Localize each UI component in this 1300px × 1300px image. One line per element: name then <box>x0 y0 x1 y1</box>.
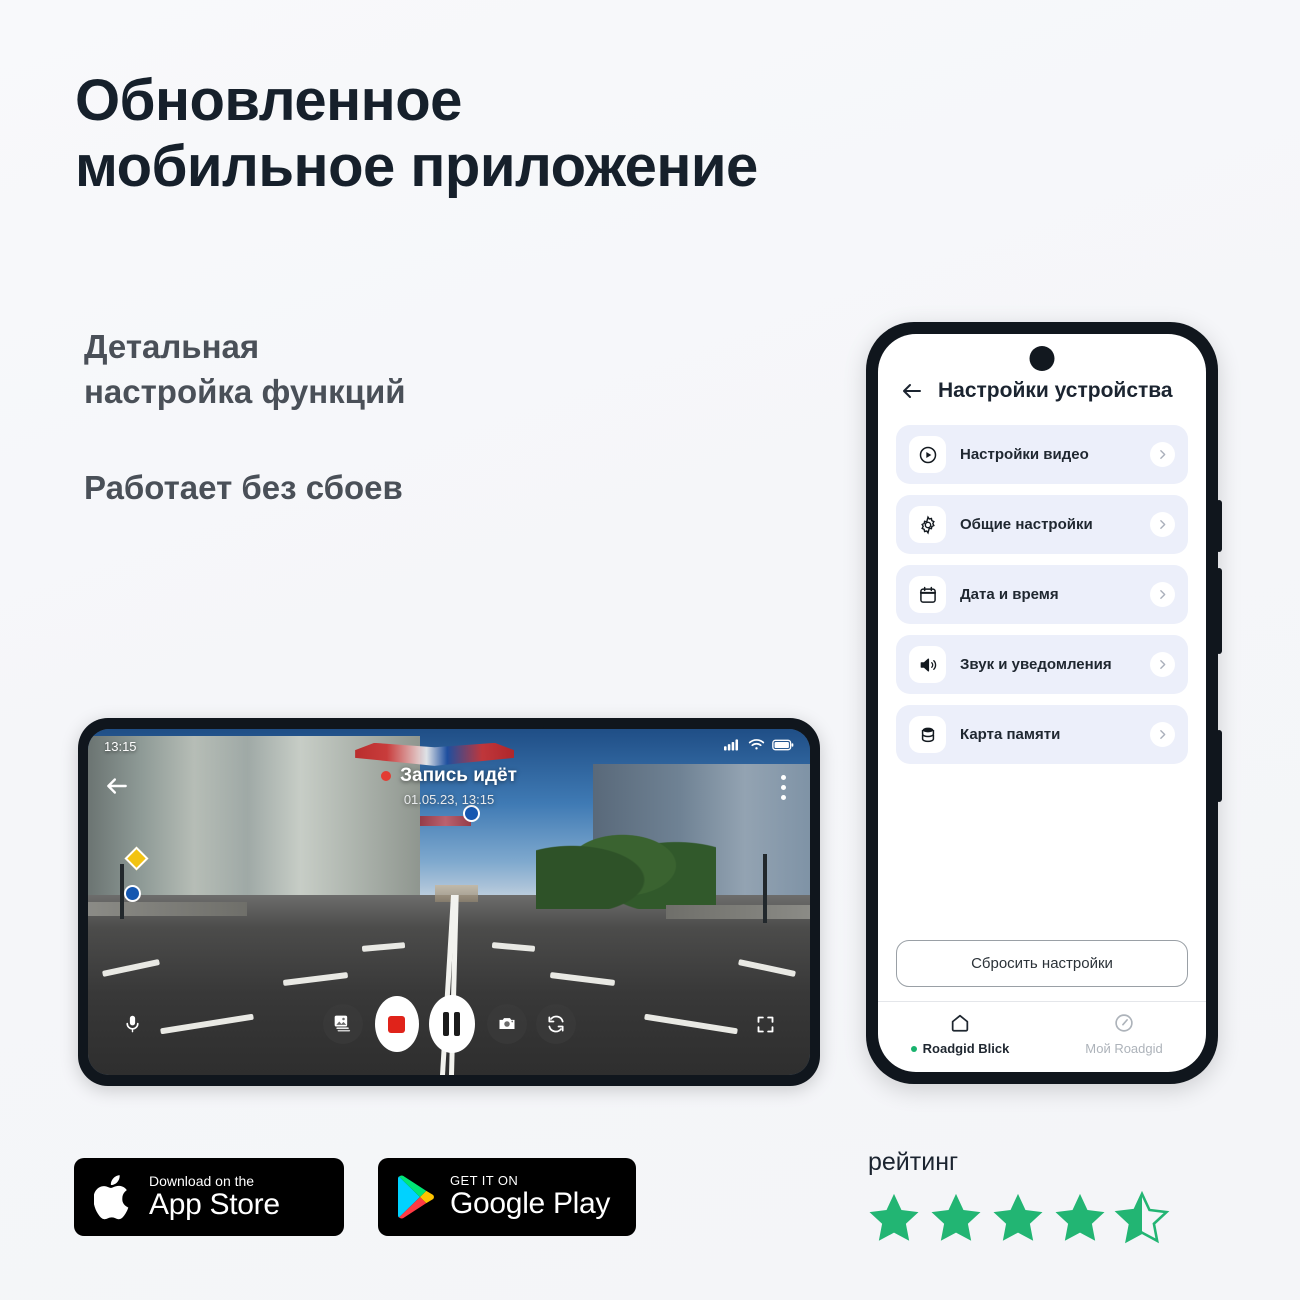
switch-camera-button[interactable] <box>535 1004 576 1044</box>
google-play-badge[interactable]: GET IT ON Google Play <box>378 1158 636 1236</box>
fullscreen-icon <box>757 1016 774 1032</box>
scene-trees <box>535 812 717 909</box>
camera-icon <box>499 1018 514 1029</box>
star-icon <box>1114 1190 1170 1244</box>
battery-icon <box>772 739 794 750</box>
gallery-button[interactable] <box>322 1004 363 1044</box>
settings-row-label: Настройки видео <box>960 446 1089 463</box>
record-indicator-icon <box>381 771 392 781</box>
settings-row-video[interactable]: Настройки видео <box>896 425 1188 484</box>
recording-label: Запись идёт <box>400 765 517 786</box>
microphone-icon <box>126 1015 139 1032</box>
pause-icon <box>443 1012 460 1036</box>
home-icon <box>951 1014 969 1032</box>
dashcam-status-icons <box>724 738 794 751</box>
scene-road-sign-3 <box>124 884 142 902</box>
tab-my-roadgid[interactable]: Мой Roadgid <box>1042 1012 1206 1056</box>
dashcam-device: 13:15 Запись идёт 01.05.23, 13:15 <box>78 718 820 1086</box>
chevron-right-icon <box>1150 722 1175 747</box>
side-button-power[interactable] <box>1216 730 1222 802</box>
settings-screen: Настройки устройства Настройки видео Общ… <box>878 334 1206 1072</box>
star-icon <box>931 1193 981 1241</box>
settings-title: Настройки устройства <box>938 379 1173 402</box>
reset-section: Сбросить настройки <box>878 940 1206 1001</box>
google-play-tagline: GET IT ON <box>450 1173 519 1189</box>
back-arrow-icon[interactable] <box>900 379 924 403</box>
side-button-volume-down[interactable] <box>1216 568 1222 654</box>
reset-settings-button[interactable]: Сбросить настройки <box>896 940 1188 987</box>
tab-roadgid-blick[interactable]: Roadgid Blick <box>878 1012 1042 1056</box>
settings-device: Настройки устройства Настройки видео Общ… <box>866 322 1222 1084</box>
star-icon <box>993 1193 1043 1241</box>
bottom-tab-bar: Roadgid Blick Мой Roadgid <box>878 1001 1206 1072</box>
recording-status: Запись идёт 01.05.23, 13:15 <box>88 765 810 807</box>
feature-text-2: Работает без сбоев <box>84 469 403 506</box>
pause-button[interactable] <box>428 995 475 1053</box>
dashcam-screen: 13:15 Запись идёт 01.05.23, 13:15 <box>88 729 810 1075</box>
chevron-right-icon <box>1150 582 1175 607</box>
settings-row-label: Звук и уведомления <box>960 656 1112 673</box>
rating-stars <box>866 1190 1170 1244</box>
front-camera-punchhole <box>1029 346 1055 371</box>
gear-icon <box>909 506 946 543</box>
scene-buildings-left <box>88 735 421 896</box>
settings-row-label: Карта памяти <box>960 726 1061 743</box>
settings-list: Настройки видео Общие настройки Дата и в… <box>878 403 1206 764</box>
google-play-icon <box>398 1175 434 1219</box>
settings-row-sound[interactable]: Звук и уведомления <box>896 635 1188 694</box>
microphone-button[interactable] <box>113 1004 153 1044</box>
photo-button[interactable] <box>486 1004 527 1044</box>
settings-row-memory[interactable]: Карта памяти <box>896 705 1188 764</box>
google-play-name: Google Play <box>450 1187 611 1221</box>
switch-camera-icon <box>547 1015 564 1033</box>
dashcam-clock: 13:15 <box>104 739 137 754</box>
recording-datetime: 01.05.23, 13:15 <box>403 792 495 807</box>
tab-label: Мой Roadgid <box>1085 1041 1163 1056</box>
app-store-name: App Store <box>149 1187 280 1221</box>
scene-sidewalk-right <box>665 905 810 920</box>
tab-label: Roadgid Blick <box>922 1041 1010 1056</box>
rating-label: рейтинг <box>868 1148 959 1176</box>
signal-icon <box>724 739 739 751</box>
app-store-badge[interactable]: Download on the App Store <box>74 1158 344 1236</box>
settings-row-general[interactable]: Общие настройки <box>896 495 1188 554</box>
side-button-volume-up[interactable] <box>1216 500 1222 552</box>
chevron-right-icon <box>1150 442 1175 467</box>
record-button[interactable] <box>374 996 419 1052</box>
chevron-right-icon <box>1150 652 1175 677</box>
play-circle-icon <box>909 436 946 473</box>
star-icon <box>869 1193 919 1241</box>
feature-text-1: Детальная настройка функций <box>84 328 406 410</box>
calendar-icon <box>909 576 946 613</box>
settings-row-datetime[interactable]: Дата и время <box>896 565 1188 624</box>
settings-row-label: Дата и время <box>960 586 1059 603</box>
gallery-icon <box>334 1015 350 1032</box>
star-icon <box>1055 1193 1105 1241</box>
record-icon <box>388 1015 405 1033</box>
scene-lamppost-1 <box>120 863 125 920</box>
chevron-right-icon <box>1150 512 1175 537</box>
scene-lamppost-2 <box>762 853 767 923</box>
wifi-icon <box>748 739 765 750</box>
apple-icon <box>94 1174 129 1219</box>
dashcam-controls <box>88 995 810 1053</box>
app-store-tagline: Download on the <box>149 1172 255 1189</box>
speaker-icon <box>909 646 946 683</box>
gauge-icon <box>1115 1014 1133 1032</box>
database-icon <box>909 716 946 753</box>
page-title: Обновленное мобильное приложение <box>75 68 758 200</box>
scene-sidewalk-left <box>88 902 247 916</box>
active-tab-dot <box>910 1045 917 1052</box>
fullscreen-button[interactable] <box>746 1004 786 1044</box>
settings-row-label: Общие настройки <box>960 516 1093 533</box>
